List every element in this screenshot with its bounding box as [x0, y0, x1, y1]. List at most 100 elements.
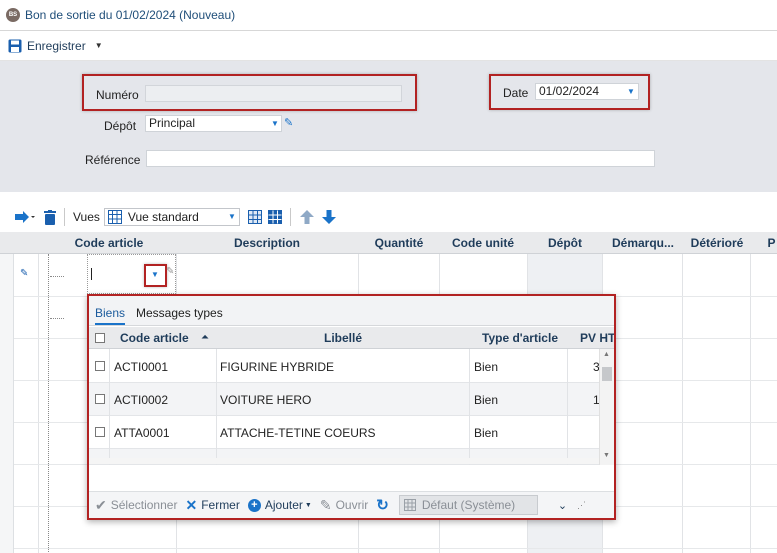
- grid-vline: [38, 254, 39, 553]
- scroll-down-chevron-icon[interactable]: ▼: [603, 452, 610, 459]
- layout-select-value: Défaut (Système): [421, 498, 516, 512]
- popup-vline: [216, 349, 217, 465]
- code-article-edit-pencil-icon[interactable]: ✎: [166, 266, 174, 277]
- col-demarque[interactable]: Démarqu...: [604, 236, 682, 250]
- move-up-arrow-icon[interactable]: [299, 209, 315, 225]
- close-button[interactable]: ✕ Fermer: [185, 497, 239, 514]
- row-libelle: VOITURE HERO: [220, 393, 312, 407]
- grid-toolbar: Vues Vue standard ▼: [0, 202, 777, 232]
- sort-ascending-icon[interactable]: ⏶: [201, 332, 209, 343]
- table-row[interactable]: ATTA0001 ATTACHE-TETINE COEURS Bien: [89, 416, 601, 449]
- row-header: [0, 254, 14, 553]
- col-quantite[interactable]: Quantité: [360, 236, 438, 250]
- tree-dotted-branch: [50, 276, 64, 277]
- popup-vertical-scrollbar[interactable]: ▲ ▼: [599, 349, 614, 465]
- row-libelle: ATTACHE-TETINE COEURS: [220, 426, 376, 440]
- depot-dropdown-chevron-down-icon[interactable]: ▼: [271, 119, 279, 128]
- save-button[interactable]: Enregistrer: [27, 39, 86, 53]
- numero-field[interactable]: [145, 85, 402, 102]
- grid-settings-icon[interactable]: [267, 210, 282, 224]
- scroll-up-chevron-icon[interactable]: ▲: [603, 351, 610, 358]
- popup-vline: [109, 349, 110, 465]
- col-depot[interactable]: Dépôt: [528, 236, 602, 250]
- code-article-dropdown-chevron-down-icon[interactable]: ▼: [151, 270, 159, 279]
- row-checkbox[interactable]: [95, 361, 105, 371]
- grid-header: Code article Description Quantité Code u…: [0, 232, 777, 254]
- depot-edit-pencil-icon[interactable]: ✎: [284, 116, 293, 129]
- plus-circle-icon: +: [247, 498, 261, 512]
- grid-vline: [750, 254, 751, 553]
- tab-biens[interactable]: Biens: [95, 306, 126, 325]
- col-description[interactable]: Description: [176, 236, 358, 250]
- save-icon[interactable]: [8, 39, 22, 53]
- tree-dotted-line: [48, 254, 49, 553]
- popup-horizontal-scrollbar[interactable]: [89, 458, 599, 464]
- main-toolbar: Enregistrer ▼: [0, 31, 777, 61]
- close-button-label: Fermer: [201, 498, 240, 512]
- table-row[interactable]: ACTI0002 VOITURE HERO Bien 1: [89, 383, 601, 416]
- tree-dotted-branch: [50, 318, 64, 319]
- col-p[interactable]: P: [766, 236, 777, 250]
- app-badge-icon: BS: [6, 8, 20, 22]
- depot-label: Dépôt: [104, 119, 137, 133]
- select-all-checkbox[interactable]: [95, 333, 105, 343]
- refresh-icon: ↻: [376, 497, 389, 514]
- add-button[interactable]: + Ajouter ▼: [247, 498, 312, 512]
- tab-messages-types[interactable]: Messages types: [136, 306, 223, 320]
- resize-grip-icon[interactable]: ⋰: [577, 500, 586, 511]
- select-button-label: Sélectionner: [110, 498, 178, 512]
- popup-footer: ✔ Sélectionner ✕ Fermer + Ajouter ▼ ✎ Ou…: [89, 491, 614, 518]
- refresh-button[interactable]: ↻: [376, 496, 393, 514]
- view-select[interactable]: Vue standard ▼: [103, 208, 240, 226]
- numero-label: Numéro: [96, 88, 139, 102]
- scrollbar-thumb[interactable]: [602, 367, 612, 381]
- view-dropdown-chevron-down-icon[interactable]: ▼: [228, 212, 236, 221]
- grid-layout-icon[interactable]: [247, 210, 262, 224]
- header-form: Numéro Date 01/02/2024 ▼ Dépôt Principal…: [0, 61, 777, 192]
- row-type: Bien: [474, 360, 499, 374]
- popup-col-pv-ht[interactable]: PV HT: [580, 331, 614, 345]
- select-button[interactable]: ✔ Sélectionner: [95, 497, 177, 514]
- grid-view-icon: [107, 210, 122, 224]
- open-button[interactable]: ✎ Ouvrir: [320, 497, 368, 514]
- trash-icon[interactable]: [44, 209, 56, 225]
- add-menu-chevron-down-icon[interactable]: ▼: [305, 502, 312, 509]
- date-label: Date: [503, 86, 529, 100]
- reference-field[interactable]: [146, 150, 655, 167]
- article-picker-popup: Biens Messages types Code article ⏶ Libe…: [87, 294, 616, 520]
- row-code: ACTI0002: [114, 393, 169, 407]
- date-dropdown-chevron-down-icon[interactable]: ▼: [627, 87, 635, 96]
- popup-vline: [469, 349, 470, 465]
- date-field[interactable]: 01/02/2024: [535, 83, 639, 100]
- save-menu-chevron-down-icon[interactable]: ▼: [95, 41, 103, 50]
- text-cursor: [91, 268, 92, 280]
- layout-dropdown-chevron-down-icon[interactable]: ⌄: [558, 499, 567, 512]
- popup-vline: [567, 349, 568, 465]
- reference-label: Référence: [85, 153, 141, 167]
- popup-tabs: Biens Messages types: [89, 296, 614, 326]
- popup-grid-header: Code article ⏶ Libellé Type d'article PV…: [89, 327, 614, 349]
- close-icon: ✕: [185, 496, 198, 513]
- add-button-label: Ajouter: [264, 498, 303, 512]
- row-checkbox[interactable]: [95, 394, 105, 404]
- grid-vline: [682, 254, 683, 553]
- col-code-article[interactable]: Code article: [50, 236, 168, 250]
- window-titlebar: BS Bon de sortie du 01/02/2024 (Nouveau): [0, 0, 777, 31]
- col-deteriore[interactable]: Détérioré: [684, 236, 750, 250]
- popup-col-libelle[interactable]: Libellé: [217, 331, 469, 345]
- row-type: Bien: [474, 426, 499, 440]
- col-code-unite[interactable]: Code unité: [441, 236, 525, 250]
- checkmark-icon: ✔: [95, 496, 107, 513]
- row-checkbox[interactable]: [95, 427, 105, 437]
- toolbar-separator: [289, 208, 291, 226]
- edit-row-pencil-icon: ✎: [20, 268, 29, 279]
- layout-select[interactable]: Défaut (Système): [398, 495, 538, 515]
- window-title: Bon de sortie du 01/02/2024 (Nouveau): [25, 8, 236, 22]
- insert-arrow-icon[interactable]: [14, 210, 36, 224]
- grid-hline: [14, 548, 777, 549]
- popup-col-code-article[interactable]: Code article: [120, 331, 189, 345]
- table-row[interactable]: ACTI0001 FIGURINE HYBRIDE Bien 3: [89, 350, 601, 383]
- move-down-arrow-icon[interactable]: [321, 209, 337, 225]
- popup-col-type-article[interactable]: Type d'article: [473, 331, 567, 345]
- depot-field[interactable]: Principal: [145, 115, 282, 132]
